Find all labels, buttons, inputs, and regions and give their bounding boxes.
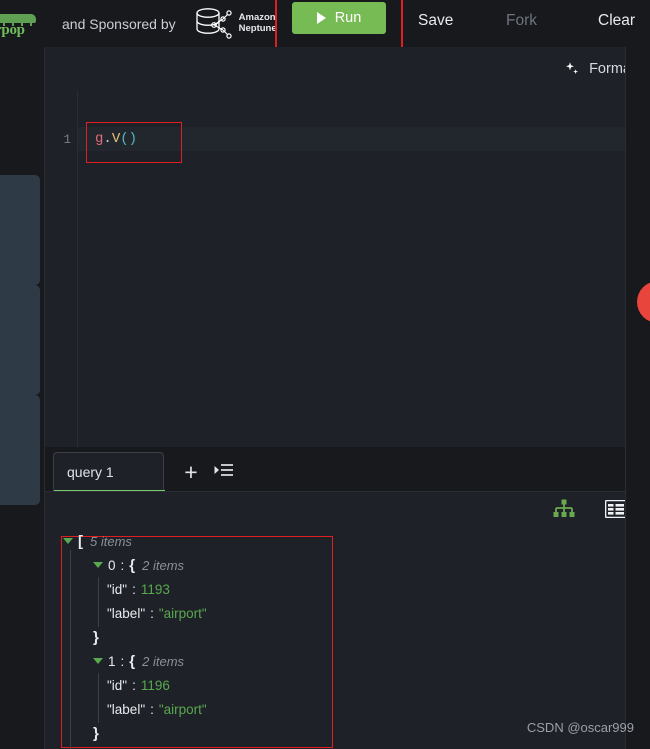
graph-tree-icon <box>553 499 575 517</box>
json-row-node-0-id: "id" : 1193 <box>107 577 170 601</box>
caret-node-0-icon[interactable] <box>93 562 103 568</box>
json-node-0-id-key: "id" <box>107 581 128 597</box>
sparkles-icon <box>566 62 579 74</box>
sponsor-label: and Sponsored by <box>62 15 176 32</box>
json-row-node-0-close: } <box>93 625 99 649</box>
json-node-0-id-value: 1193 <box>140 581 170 597</box>
neptune-line-amazon: Amazon <box>238 11 276 23</box>
json-node-0-label-key: "label" <box>107 605 146 621</box>
json-node-0-colon: : <box>120 557 125 573</box>
json-root-count: 5 items <box>90 533 132 549</box>
table-grid-icon <box>604 499 628 519</box>
json-node-1-open: { <box>129 652 136 670</box>
json-node-0-id-colon: : <box>132 581 136 597</box>
json-node-1-id-key: "id" <box>107 677 128 693</box>
right-rail <box>625 47 650 749</box>
brand-group: terpop and Sponsored by <box>0 7 277 41</box>
json-row-node-1-close: } <box>93 721 99 745</box>
json-row-node-0[interactable]: 0 : { 2 items <box>93 553 184 577</box>
query-tab-bar: query 1 + <box>44 447 650 492</box>
json-node-0-count: 2 items <box>142 557 185 573</box>
json-node-1-label-colon: : <box>150 701 154 717</box>
run-button[interactable]: Run <box>292 2 386 34</box>
json-node-0-open: { <box>129 556 136 574</box>
tinkerpop-wordmark: terpop <box>0 21 25 38</box>
query-editor-pane: Format 1 g.V() <box>44 47 650 447</box>
left-sidebar: y with ) n the <box>0 47 44 749</box>
code-token-dot: . <box>103 131 112 147</box>
graph-tree-view-button[interactable] <box>553 499 575 519</box>
json-node-1-label-key: "label" <box>107 701 146 717</box>
json-row-node-0-label: "label" : "airport" <box>107 601 207 625</box>
app-root: terpop and Sponsored by <box>0 0 650 749</box>
code-editor[interactable]: 1 g.V() <box>45 91 650 447</box>
top-toolbar: terpop and Sponsored by <box>0 0 650 55</box>
json-node-0-index: 0 <box>108 557 116 573</box>
json-node-0-label-value: "airport" <box>158 605 207 621</box>
json-node-0-label-colon: : <box>150 605 154 621</box>
caret-node-1-icon[interactable] <box>93 658 103 664</box>
results-view-toolbar <box>45 492 650 526</box>
sidebar-card-1[interactable] <box>0 175 40 285</box>
json-node-0-close: } <box>93 628 99 646</box>
run-button-label: Run <box>334 10 362 26</box>
json-node-1-count: 2 items <box>142 653 185 669</box>
editor-gutter: 1 <box>45 91 78 447</box>
clear-button[interactable]: Clear <box>592 8 641 34</box>
json-row-node-1-id: "id" : 1196 <box>107 673 170 697</box>
sidebar-card-2[interactable]: ) n <box>0 285 40 395</box>
tab-query-1[interactable]: query 1 <box>53 452 165 492</box>
json-node-1-id-value: 1196 <box>140 677 170 693</box>
watermark: CSDN @oscar999 <box>526 720 634 735</box>
collapse-list-glyph <box>214 464 233 476</box>
table-view-button[interactable] <box>604 499 628 519</box>
sidebar-headline: y with <box>0 105 44 122</box>
json-row-root[interactable]: [ 5 items <box>63 529 132 553</box>
json-node-1-colon: : <box>120 653 125 669</box>
tinkerpop-logo: terpop <box>0 11 48 38</box>
collapse-list-icon[interactable] <box>214 462 234 480</box>
results-pane: [ 5 items 0 : { 2 items "id" : 1193 "lab… <box>44 491 650 749</box>
neptune-wordmark: Amazon Neptune <box>238 11 277 35</box>
json-node-1-id-colon: : <box>132 677 136 693</box>
json-row-node-1-label: "label" : "airport" <box>107 697 207 721</box>
json-node-1-close: } <box>93 724 99 742</box>
json-root-bracket: [ <box>78 532 83 550</box>
line-number: 1 <box>63 133 71 147</box>
save-button[interactable]: Save <box>412 8 459 34</box>
json-row-node-1[interactable]: 1 : { 2 items <box>93 649 184 673</box>
neptune-database-icon <box>195 7 232 39</box>
json-node-0-guideline <box>98 577 99 627</box>
fork-button[interactable]: Fork <box>500 8 543 34</box>
json-result-tree[interactable]: [ 5 items 0 : { 2 items "id" : 1193 "lab… <box>45 526 650 749</box>
json-root-guideline <box>70 550 71 749</box>
json-node-1-guideline <box>98 673 99 723</box>
code-token-parens: () <box>120 131 138 147</box>
json-node-1-index: 1 <box>108 653 116 669</box>
editor-toolbar: Format <box>45 47 650 91</box>
code-token-function: V <box>111 131 121 147</box>
tab-query-1-label: query 1 <box>67 464 114 480</box>
sidebar-card-3[interactable]: the <box>0 395 40 505</box>
sidebar-card-3-body: the <box>0 447 36 467</box>
code-line-1[interactable]: g.V() <box>95 131 137 147</box>
json-node-1-label-value: "airport" <box>158 701 207 717</box>
caret-root-icon[interactable] <box>63 538 73 544</box>
amazon-neptune-logo: Amazon Neptune <box>192 7 277 41</box>
play-icon <box>316 12 326 24</box>
add-query-tab-button[interactable]: + <box>180 461 202 484</box>
neptune-line-neptune: Neptune <box>238 22 277 34</box>
